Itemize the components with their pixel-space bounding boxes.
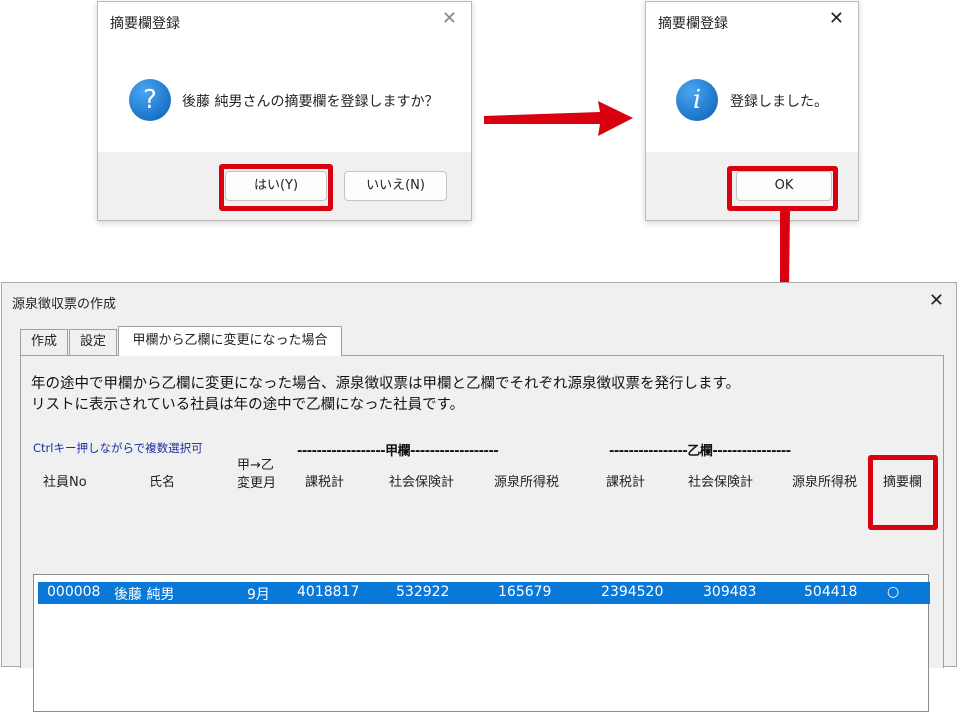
tab-settings[interactable]: 設定 — [69, 329, 117, 355]
cell-otsu-social: 309483 — [703, 584, 757, 600]
col-summary: 摘要欄 — [883, 475, 923, 490]
col-ko-social: 社会保険計 — [389, 475, 455, 490]
col-change-month-line1: 甲→乙 — [237, 458, 274, 473]
tab-panel: 年の途中で甲欄から乙欄に変更になった場合、源泉徴収票は甲欄と乙欄でそれぞれ源泉徴… — [20, 355, 944, 712]
col-ko-taxable: 課税計 — [305, 475, 345, 490]
cell-ko-taxable: 4018817 — [297, 584, 360, 600]
col-name: 氏名 — [149, 475, 176, 490]
table-row[interactable]: 000008 後藤 純男 9月 4018817 532922 165679 23… — [38, 582, 930, 604]
cell-employee-no: 000008 — [47, 584, 101, 600]
col-otsu-withholding: 源泉所得税 — [792, 475, 858, 490]
col-otsu-taxable: 課税計 — [606, 475, 646, 490]
group-otsu-header: ----------------乙欄---------------- — [609, 444, 791, 459]
employee-list[interactable]: 000008 後藤 純男 9月 4018817 532922 165679 23… — [33, 574, 930, 712]
cell-ko-withholding: 165679 — [498, 584, 552, 600]
close-icon[interactable]: ✕ — [929, 290, 944, 311]
tab-create[interactable]: 作成 — [20, 329, 68, 355]
cell-otsu-withholding: 504418 — [804, 584, 858, 600]
cell-change-month: 9月 — [247, 587, 270, 603]
flow-arrows — [484, 101, 800, 313]
col-change-month-line2: 変更月 — [237, 476, 277, 491]
right-arrow-icon — [484, 101, 633, 136]
col-employee-no: 社員No — [43, 475, 87, 490]
cell-name: 後藤 純男 — [114, 587, 175, 603]
col-ko-withholding: 源泉所得税 — [494, 475, 560, 490]
cell-ko-social: 532922 — [396, 584, 450, 600]
group-ko-header: ------------------甲欄------------------ — [297, 444, 499, 459]
description-line-1: 年の途中で甲欄から乙欄に変更になった場合、源泉徴収票は甲欄と乙欄でそれぞれ源泉徴… — [31, 376, 741, 392]
cell-summary: ○ — [887, 584, 900, 600]
tab-ko-to-otsu[interactable]: 甲欄から乙欄に変更になった場合 — [118, 326, 342, 356]
col-otsu-social: 社会保険計 — [688, 475, 754, 490]
window-title: 源泉徴収票の作成 — [12, 297, 117, 312]
multi-select-note: Ctrlキー押しながらで複数選択可 — [33, 441, 203, 455]
description-line-2: リストに表示されている社員は年の途中で乙欄になった社員です。 — [31, 397, 465, 413]
cell-otsu-taxable: 2394520 — [601, 584, 664, 600]
main-window: 源泉徴収票の作成 ✕ 作成 設定 甲欄から乙欄に変更になった場合 年の途中で甲欄… — [1, 282, 957, 712]
